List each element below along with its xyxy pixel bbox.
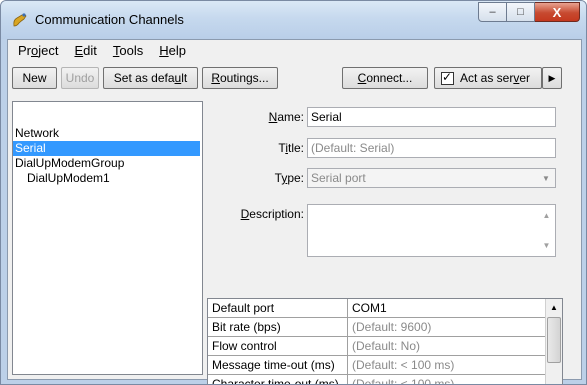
property-value[interactable]: (Default: < 100 ms) [348, 375, 545, 384]
title-input[interactable]: (Default: Serial) [307, 138, 556, 158]
title-bar[interactable]: Communication Channels – □ X [1, 1, 586, 39]
act-as-server-label: Act as server [460, 71, 531, 85]
property-key: Flow control [208, 337, 348, 355]
toolbar: New Undo Set as defa u lt Routings... Conn… [8, 62, 581, 94]
tree-item-dialupmodemgroup[interactable]: DialUpModemGroup [13, 156, 126, 171]
description-scrollbar[interactable]: ▲ ▼ [538, 205, 555, 256]
scrollbar-thumb[interactable] [547, 317, 561, 363]
chevron-right-icon: ▶ [548, 72, 556, 83]
chevron-down-icon[interactable]: ▼ [538, 170, 554, 186]
scroll-up-icon[interactable]: ▲ [546, 299, 562, 316]
minimize-button[interactable]: – [478, 2, 507, 22]
property-value[interactable]: (Default: < 100 ms) [348, 356, 545, 374]
tree-item-dialupmodem1[interactable]: DialUpModem1 [25, 171, 112, 186]
table-row[interactable]: Message time-out (ms) (Default: < 100 ms… [208, 356, 545, 375]
type-select-value: Serial port [311, 171, 366, 185]
close-icon: X [552, 4, 562, 20]
property-value[interactable]: (Default: No) [348, 337, 545, 355]
title-label: Title: [278, 141, 304, 155]
property-key: Default port [208, 299, 348, 317]
maximize-button[interactable]: □ [507, 2, 535, 22]
client-area: Project Edit Tools Help New Undo Set as … [7, 39, 582, 384]
connect-button[interactable]: Connect... [342, 67, 428, 89]
property-value[interactable]: COM1 [348, 299, 545, 317]
check-icon: ✓ [442, 69, 453, 84]
name-label: Name: [268, 110, 304, 124]
window-title: Communication Channels [35, 12, 184, 27]
property-value[interactable]: (Default: 9600) [348, 318, 545, 336]
act-as-server-checkbox[interactable]: ✓ [441, 69, 454, 85]
properties-panel: Name: Serial Title: (Default: Serial) Ty… [204, 101, 577, 384]
minimize-icon: – [489, 6, 496, 18]
menu-help[interactable]: Help [153, 43, 192, 58]
type-select[interactable]: Serial port ▼ [307, 168, 556, 188]
property-key: Message time-out (ms) [208, 356, 348, 374]
description-textarea[interactable]: ▲ ▼ [307, 204, 556, 257]
app-icon [13, 13, 27, 27]
menu-project[interactable]: Project [12, 43, 64, 58]
table-row[interactable]: Character time-out (ms) (Default: < 100 … [208, 375, 545, 384]
property-key: Character time-out (ms) [208, 375, 348, 384]
property-grid[interactable]: Default port COM1 Bit rate (bps) (Defaul… [207, 298, 563, 384]
menu-bar: Project Edit Tools Help [8, 40, 581, 60]
type-label: Type: [274, 171, 304, 185]
window-controls: – □ X [478, 2, 580, 22]
description-label: Description: [240, 207, 304, 221]
property-key: Bit rate (bps) [208, 318, 348, 336]
scroll-up-icon[interactable]: ▲ [543, 211, 551, 220]
toolbar-more-button[interactable]: ▶ [542, 67, 562, 89]
menu-edit[interactable]: Edit [68, 43, 102, 58]
table-row[interactable]: Bit rate (bps) (Default: 9600) [208, 318, 545, 337]
maximize-icon: □ [517, 6, 524, 18]
table-row[interactable]: Flow control (Default: No) [208, 337, 545, 356]
new-button[interactable]: New [12, 67, 57, 89]
scroll-down-icon[interactable]: ▼ [543, 241, 551, 250]
communication-channels-window: Communication Channels – □ X Project Edi… [0, 0, 587, 385]
undo-button[interactable]: Undo [61, 67, 99, 89]
tree-item-network[interactable]: Network [13, 126, 61, 141]
channel-tree[interactable]: Network Serial DialUpModemGroup DialUpMo… [12, 101, 203, 375]
tree-item-serial[interactable]: Serial [13, 141, 200, 156]
set-as-default-button[interactable]: Set as defa u lt [103, 67, 198, 89]
table-row[interactable]: Default port COM1 [208, 299, 545, 318]
name-input[interactable]: Serial [307, 107, 556, 127]
close-button[interactable]: X [535, 2, 580, 22]
property-grid-scrollbar[interactable]: ▲ ▼ [545, 299, 562, 384]
routings-button[interactable]: Routings... [202, 67, 278, 89]
act-as-server-toggle[interactable]: ✓ Act as server [434, 67, 542, 89]
menu-tools[interactable]: Tools [107, 43, 149, 58]
